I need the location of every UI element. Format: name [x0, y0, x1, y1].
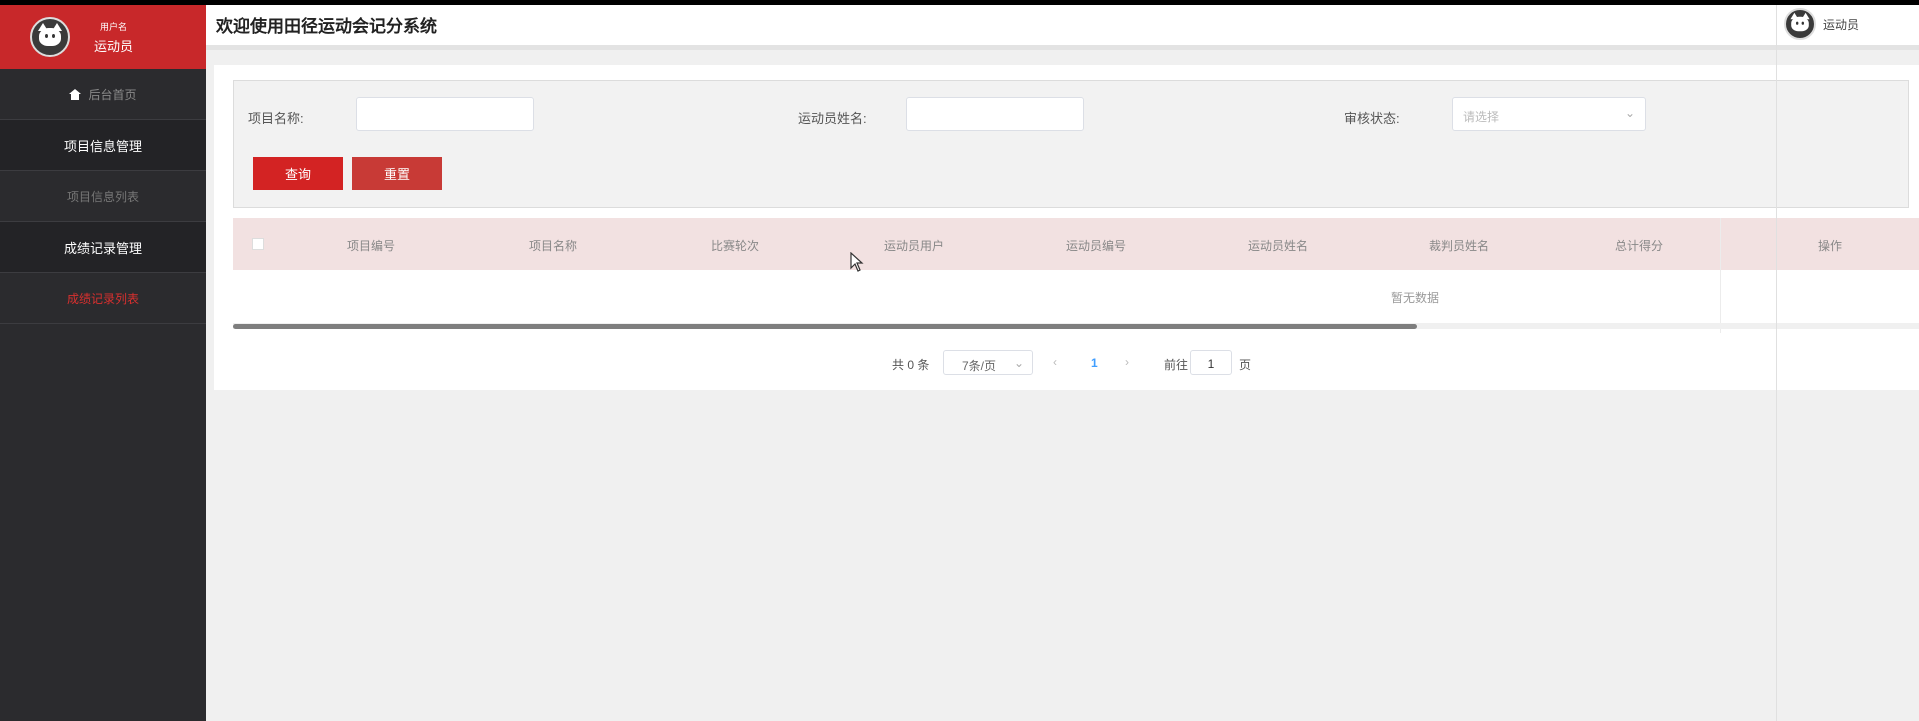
pagination: 共 0 条 7条/页 ⌄ ‹ 1 › 前往 1 页 — [214, 350, 1919, 376]
project-name-label: 项目名称: — [248, 111, 304, 126]
goto-label: 前往 — [1164, 358, 1189, 372]
query-button[interactable]: 查询 — [253, 157, 343, 190]
page-number[interactable]: 1 — [1091, 356, 1098, 370]
column-header: 项目名称 — [529, 239, 578, 253]
column-header: 运动员编号 — [1066, 239, 1127, 253]
column-header: 运动员用户 — [884, 239, 945, 253]
page-title: 欢迎使用田径运动会记分系统 — [216, 17, 437, 36]
next-page-icon[interactable]: › — [1125, 355, 1129, 369]
athlete-name-input[interactable] — [906, 97, 1084, 131]
goto-page-input[interactable]: 1 — [1190, 350, 1232, 375]
avatar — [30, 17, 70, 57]
cat-avatar-icon — [38, 23, 62, 46]
select-all-checkbox[interactable] — [252, 238, 264, 250]
empty-table-text: 暂无数据 — [1391, 291, 1440, 305]
sidebar-item-home[interactable]: 后台首页 — [0, 69, 206, 120]
cat-avatar-icon — [1790, 12, 1810, 32]
page-suffix: 页 — [1239, 358, 1252, 372]
main-panel: 项目名称: 运动员姓名: 审核状态: 请选择 ⌄ 查询 重置 项目编号 项目名称… — [214, 65, 1919, 390]
sidebar-item-score-list[interactable]: 成绩记录列表 — [0, 273, 206, 324]
chevron-down-icon: ⌄ — [1624, 106, 1635, 120]
total-count: 共 0 条 — [892, 358, 930, 372]
profile-name: 运动员 — [94, 38, 134, 54]
audit-status-select[interactable]: 请选择 ⌄ — [1452, 97, 1646, 131]
page-size-select[interactable]: 7条/页 ⌄ — [943, 350, 1033, 375]
athlete-name-label: 运动员姓名: — [798, 111, 867, 126]
select-placeholder: 请选择 — [1463, 110, 1500, 124]
column-header: 总计得分 — [1615, 239, 1664, 253]
column-header: 操作 — [1818, 239, 1843, 253]
overlay-divider-line — [1776, 5, 1777, 721]
sidebar-item-project-list[interactable]: 项目信息列表 — [0, 171, 206, 222]
column-header: 比赛轮次 — [711, 239, 760, 253]
profile-sub-label: 用户名 — [100, 21, 128, 32]
page-size-value: 7条/页 — [962, 359, 997, 373]
table-header: 项目编号 项目名称 比赛轮次 运动员用户 运动员编号 运动员姓名 裁判员姓名 总… — [233, 218, 1919, 270]
reset-button[interactable]: 重置 — [352, 157, 442, 190]
sidebar-item-label: 后台首页 — [88, 87, 137, 102]
fixed-column-divider — [1720, 218, 1721, 333]
audit-status-label: 审核状态: — [1344, 111, 1400, 126]
header-user-menu[interactable]: 运动员 — [1784, 8, 1859, 40]
user-profile: 用户名 运动员 — [0, 5, 206, 69]
project-name-input[interactable] — [356, 97, 534, 131]
chevron-down-icon: ⌄ — [1013, 356, 1024, 370]
search-form: 项目名称: 运动员姓名: 审核状态: 请选择 ⌄ 查询 重置 — [233, 80, 1909, 208]
prev-page-icon[interactable]: ‹ — [1053, 355, 1057, 369]
column-header: 运动员姓名 — [1248, 239, 1309, 253]
avatar — [1784, 8, 1816, 40]
sidebar-group-project-info[interactable]: 项目信息管理 — [0, 120, 206, 171]
header-user-name: 运动员 — [1823, 17, 1860, 32]
column-header: 项目编号 — [347, 239, 396, 253]
sidebar: 用户名 运动员 后台首页 项目信息管理 项目信息列表 成绩记录管理 成绩记录列表 — [0, 5, 206, 721]
home-icon — [69, 88, 82, 100]
app-frame: 用户名 运动员 后台首页 项目信息管理 项目信息列表 成绩记录管理 成绩记录列表… — [0, 5, 1919, 721]
sidebar-group-score-records[interactable]: 成绩记录管理 — [0, 222, 206, 273]
column-header: 裁判员姓名 — [1429, 239, 1490, 253]
top-header: 欢迎使用田径运动会记分系统 运动员 — [206, 5, 1919, 50]
scrollbar-thumb[interactable] — [233, 324, 1417, 329]
mouse-cursor-icon — [850, 252, 864, 272]
